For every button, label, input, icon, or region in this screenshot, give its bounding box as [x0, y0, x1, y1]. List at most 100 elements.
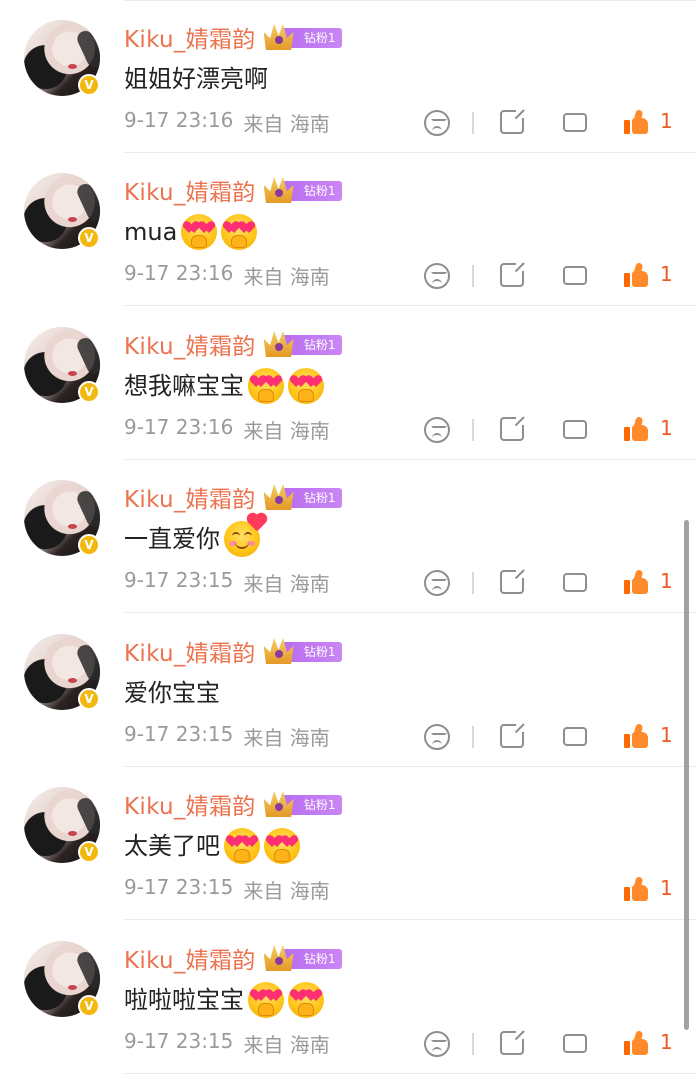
name-row: Kiku_婧霜韵 钻粉1 [124, 327, 342, 361]
comment-item[interactable]: V Kiku_婧霜韵 钻粉1 啦啦啦宝宝 9-17 23:15 来自 海南 ··… [0, 921, 696, 1074]
avatar-lip [68, 985, 77, 990]
heart-eyes-emoji [248, 368, 284, 404]
diamond-fan-badge[interactable]: 钻粉1 [263, 791, 342, 817]
comment-time: 9-17 23:16 [124, 261, 234, 285]
action-bar: 1 [420, 414, 680, 447]
comment-item[interactable]: V Kiku_婧霜韵 钻粉1 mua 9-17 23:16 来自 海南 1 [0, 153, 696, 306]
comment-item[interactable]: V Kiku_婧霜韵 钻粉1 一直爱你 9-17 23:15 来自 海南 ···… [0, 460, 696, 613]
comment-text-row: mua [124, 213, 258, 251]
comment-item[interactable]: V Kiku_婧霜韵 钻粉1 姐姐好漂亮啊 9-17 23:16 来自 海南 ·… [0, 0, 696, 153]
dislike-sad-face-icon[interactable] [424, 724, 450, 750]
thumbs-up-icon[interactable] [624, 876, 648, 901]
diamond-fan-badge[interactable]: 钻粉1 [263, 484, 342, 510]
comment-text: 想我嘛宝宝 [124, 372, 244, 400]
thumbs-up-icon[interactable] [624, 416, 648, 441]
heart-eyes-emoji [288, 982, 324, 1018]
comment-time: 9-17 23:15 [124, 722, 234, 746]
comment-time: 9-17 23:15 [124, 875, 234, 899]
row-divider [124, 305, 696, 306]
verified-v-icon: V [78, 688, 100, 710]
thumbs-up-icon[interactable] [624, 109, 648, 134]
crown-gem [274, 803, 283, 811]
username[interactable]: Kiku_婧霜韵 [124, 20, 256, 54]
username[interactable]: Kiku_婧霜韵 [124, 480, 256, 514]
comment-time: 9-17 23:15 [124, 568, 234, 592]
verified-v-icon: V [78, 227, 100, 249]
comment-meta: 9-17 23:15 来自 海南 [124, 875, 330, 904]
comment-bubble-icon[interactable] [563, 107, 587, 132]
comment-text: 啦啦啦宝宝 [124, 986, 244, 1014]
action-bar: 1 [420, 721, 680, 754]
avatar-hair [74, 795, 100, 837]
comment-bubble-icon[interactable] [563, 721, 587, 746]
comment-bubble-icon[interactable] [563, 260, 587, 285]
comment-text: 爱你宝宝 [124, 679, 220, 707]
verified-v-icon: V [78, 381, 100, 403]
thumbs-up-icon[interactable] [624, 569, 648, 594]
comment-bubble-icon[interactable] [563, 414, 587, 439]
avatar-lip [68, 371, 77, 376]
dislike-sad-face-icon[interactable] [424, 110, 450, 136]
action-separator [472, 726, 474, 748]
row-divider [124, 919, 696, 920]
avatar-hair [74, 28, 100, 70]
comment-bubble-icon[interactable] [563, 1028, 587, 1053]
avatar-hair [74, 335, 100, 377]
heart-eyes-emoji [224, 828, 260, 864]
share-icon[interactable] [500, 108, 526, 134]
avatar-lip [68, 217, 77, 222]
comment-item[interactable]: V Kiku_婧霜韵 钻粉1 想我嘛宝宝 9-17 23:16 来自 海南 ··… [0, 307, 696, 460]
action-bar: 1 [420, 876, 680, 907]
avatar-lip [68, 524, 77, 529]
username[interactable]: Kiku_婧霜韵 [124, 787, 256, 821]
diamond-fan-badge[interactable]: 钻粉1 [263, 331, 342, 357]
like-count: 1 [660, 109, 673, 133]
share-icon[interactable] [500, 261, 526, 287]
comment-item[interactable]: V Kiku_婧霜韵 钻粉1 太美了吧 9-17 23:15 来自 海南 1 [0, 767, 696, 920]
action-bar: 1 [420, 567, 680, 600]
dislike-sad-face-icon[interactable] [424, 417, 450, 443]
verified-v-icon: V [78, 74, 100, 96]
thumbs-up-icon[interactable] [624, 1030, 648, 1055]
action-separator [472, 112, 474, 134]
comment-item[interactable]: V Kiku_婧霜韵 钻粉1 爱你宝宝 9-17 23:15 来自 海南 ···… [0, 614, 696, 767]
diamond-fan-badge[interactable]: 钻粉1 [263, 177, 342, 203]
share-icon[interactable] [500, 415, 526, 441]
dislike-sad-face-icon[interactable] [424, 1031, 450, 1057]
action-separator [472, 265, 474, 287]
thumbs-up-icon[interactable] [624, 262, 648, 287]
comment-location: 来自 海南 [243, 879, 330, 903]
share-icon[interactable] [500, 722, 526, 748]
name-row: Kiku_婧霜韵 钻粉1 [124, 20, 342, 54]
name-row: Kiku_婧霜韵 钻粉1 [124, 787, 342, 821]
avatar-hair [74, 488, 100, 530]
name-row: Kiku_婧霜韵 钻粉1 [124, 941, 342, 975]
comment-text: mua [124, 218, 178, 246]
action-bar: 1 [420, 260, 680, 293]
diamond-fan-badge[interactable]: 钻粉1 [263, 945, 342, 971]
username[interactable]: Kiku_婧霜韵 [124, 634, 256, 668]
thumbs-up-icon[interactable] [624, 723, 648, 748]
username[interactable]: Kiku_婧霜韵 [124, 327, 256, 361]
crown-gem [274, 189, 283, 197]
heart-eyes-emoji [248, 982, 284, 1018]
crown-gem [274, 343, 283, 351]
comment-time: 9-17 23:15 [124, 1029, 234, 1053]
scrollbar[interactable] [684, 520, 689, 1030]
username[interactable]: Kiku_婧霜韵 [124, 173, 256, 207]
comment-meta: 9-17 23:16 来自 海南 [124, 415, 330, 444]
comment-bubble-icon[interactable] [563, 567, 587, 592]
crown-gem [274, 36, 283, 44]
comment-meta: 9-17 23:16 来自 海南 [124, 261, 330, 290]
diamond-fan-badge[interactable]: 钻粉1 [263, 638, 342, 664]
diamond-fan-badge[interactable]: 钻粉1 [263, 24, 342, 50]
comment-location: 来自 海南 [243, 419, 330, 443]
comment-location: 来自 海南 [243, 112, 330, 136]
action-separator [472, 1033, 474, 1055]
dislike-sad-face-icon[interactable] [424, 263, 450, 289]
comment-location: 来自 海南 [243, 572, 330, 596]
share-icon[interactable] [500, 1029, 526, 1055]
username[interactable]: Kiku_婧霜韵 [124, 941, 256, 975]
dislike-sad-face-icon[interactable] [424, 570, 450, 596]
share-icon[interactable] [500, 568, 526, 594]
